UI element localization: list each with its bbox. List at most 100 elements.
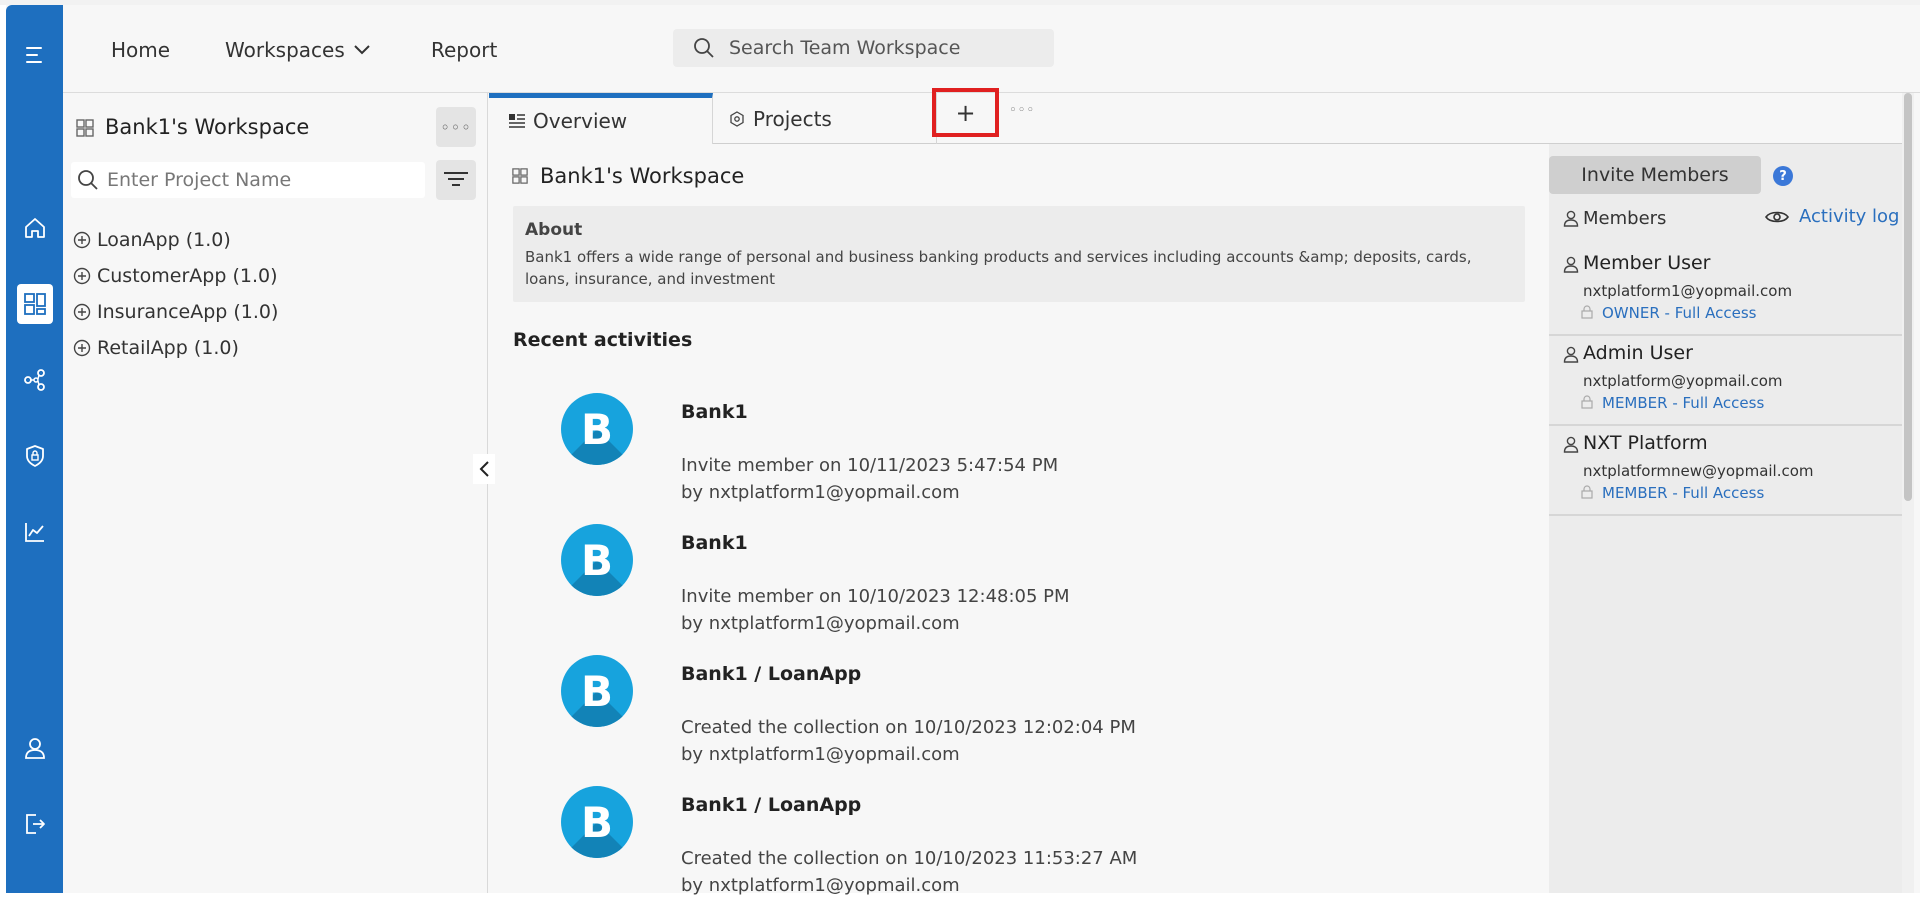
- member-email: nxtplatform1@yopmail.com: [1583, 282, 1793, 300]
- plus-circle-icon[interactable]: [73, 303, 91, 321]
- member-role[interactable]: MEMBER - Full Access: [1602, 394, 1764, 412]
- project-item[interactable]: CustomerApp (1.0): [73, 258, 278, 294]
- workspace-icon: [76, 119, 94, 137]
- tab-overview[interactable]: Overview: [489, 93, 713, 144]
- chart-icon[interactable]: [6, 512, 63, 552]
- activity-title: Bank1 / LoanApp: [681, 663, 862, 685]
- search-icon: [78, 170, 98, 190]
- activity-author: by nxtplatform1@yopmail.com: [681, 613, 960, 634]
- user-icon: [1563, 256, 1579, 273]
- member-row: Admin User nxtplatform@yopmail.com MEMBE…: [1549, 336, 1902, 426]
- projects-icon: [729, 110, 745, 127]
- user-icon: [1563, 210, 1579, 227]
- top-header: Home Workspaces Report: [63, 5, 1920, 93]
- member-email: nxtplatform@yopmail.com: [1583, 372, 1783, 390]
- avatar-letter: B: [580, 797, 613, 847]
- about-title: About: [525, 220, 583, 240]
- nav-home[interactable]: Home: [111, 38, 170, 62]
- workspace-heading-text: Bank1's Workspace: [540, 164, 745, 188]
- activity-description: Created the collection on 10/10/2023 12:…: [681, 717, 1136, 738]
- avatar: B: [561, 524, 633, 596]
- search-input[interactable]: [729, 37, 1029, 59]
- member-name: NXT Platform: [1583, 432, 1708, 454]
- activity-item: B Bank1 / LoanApp Created the collection…: [561, 655, 1461, 775]
- filter-icon: [444, 172, 468, 186]
- home-icon[interactable]: [6, 208, 63, 248]
- filter-button[interactable]: [436, 160, 476, 200]
- member-role[interactable]: MEMBER - Full Access: [1602, 484, 1764, 502]
- sidebar-workspace-title: Bank1's Workspace: [105, 115, 310, 139]
- member-role[interactable]: OWNER - Full Access: [1602, 304, 1756, 322]
- tab-projects[interactable]: Projects: [713, 93, 937, 144]
- activity-log-link[interactable]: Activity log: [1765, 206, 1899, 227]
- activity-title: Bank1: [681, 532, 748, 554]
- lock-icon: [1581, 305, 1593, 319]
- project-label: LoanApp (1.0): [97, 229, 231, 251]
- project-item[interactable]: RetailApp (1.0): [73, 330, 278, 366]
- member-name: Member User: [1583, 252, 1711, 274]
- activity-title: Bank1 / LoanApp: [681, 794, 862, 816]
- project-item[interactable]: LoanApp (1.0): [73, 222, 278, 258]
- tab-more-button[interactable]: ◦◦◦: [1009, 103, 1035, 118]
- activity-description: Created the collection on 10/10/2023 11:…: [681, 848, 1138, 869]
- menu-icon[interactable]: [6, 35, 63, 75]
- plus-circle-icon[interactable]: [73, 339, 91, 357]
- member-row: Member User nxtplatform1@yopmail.com OWN…: [1549, 246, 1902, 336]
- search-icon: [694, 38, 714, 58]
- project-item[interactable]: InsuranceApp (1.0): [73, 294, 278, 330]
- avatar-letter: B: [580, 404, 613, 454]
- avatar-letter: B: [580, 535, 613, 585]
- scrollbar-thumb[interactable]: [1904, 93, 1912, 501]
- eye-icon: [1765, 211, 1789, 222]
- overview-content: Bank1's Workspace About Bank1 offers a w…: [489, 144, 1549, 896]
- recent-activities-title: Recent activities: [513, 329, 693, 351]
- user-icon: [1563, 346, 1579, 363]
- activity-item: B Bank1 Invite member on 10/10/2023 12:4…: [561, 524, 1461, 644]
- overview-icon: [509, 114, 525, 128]
- lock-icon: [1581, 485, 1593, 499]
- user-icon: [1563, 436, 1579, 453]
- activity-author: by nxtplatform1@yopmail.com: [681, 744, 960, 765]
- project-sidebar: Bank1's Workspace ◦◦◦ LoanApp (1.0) Cust…: [63, 93, 488, 893]
- avatar: B: [561, 655, 633, 727]
- help-icon[interactable]: ?: [1773, 166, 1793, 186]
- scrollbar[interactable]: [1902, 93, 1914, 893]
- activity-item: B Bank1 / LoanApp Created the collection…: [561, 786, 1461, 906]
- project-label: InsuranceApp (1.0): [97, 301, 279, 323]
- project-search: [71, 162, 425, 198]
- avatar: B: [561, 786, 633, 858]
- shield-lock-icon[interactable]: [6, 436, 63, 476]
- invite-members-button[interactable]: Invite Members: [1549, 156, 1761, 194]
- activity-log-label: Activity log: [1799, 206, 1900, 227]
- workspace-icon: [512, 168, 528, 184]
- left-rail: [6, 5, 63, 893]
- chevron-down-icon: [354, 45, 370, 55]
- project-label: RetailApp (1.0): [97, 337, 239, 359]
- nav-report[interactable]: Report: [431, 38, 497, 62]
- avatar: B: [561, 393, 633, 465]
- activity-description: Invite member on 10/10/2023 12:48:05 PM: [681, 586, 1070, 607]
- workspace-more-button[interactable]: ◦◦◦: [436, 107, 476, 147]
- member-email: nxtplatformnew@yopmail.com: [1583, 462, 1814, 480]
- add-tab-button[interactable]: +: [932, 88, 999, 137]
- project-label: CustomerApp (1.0): [97, 265, 278, 287]
- plus-circle-icon[interactable]: [73, 267, 91, 285]
- share-nodes-icon[interactable]: [6, 360, 63, 400]
- members-label: Members: [1583, 208, 1667, 229]
- workspaces-icon[interactable]: [6, 284, 63, 324]
- member-row: NXT Platform nxtplatformnew@yopmail.com …: [1549, 426, 1902, 516]
- activity-author: by nxtplatform1@yopmail.com: [681, 482, 960, 503]
- logout-icon[interactable]: [6, 804, 63, 844]
- tab-bar: Overview Projects + ◦◦◦: [489, 88, 1902, 144]
- user-icon[interactable]: [6, 728, 63, 768]
- lock-icon: [1581, 395, 1593, 409]
- nav-workspaces-label: Workspaces: [225, 38, 345, 62]
- tab-label: Projects: [753, 106, 832, 131]
- members-header: Members Activity log: [1549, 206, 1902, 236]
- nav-workspaces[interactable]: Workspaces: [225, 38, 371, 62]
- about-text: Bank1 offers a wide range of personal an…: [525, 248, 1472, 288]
- project-search-input[interactable]: [107, 169, 407, 191]
- plus-circle-icon[interactable]: [73, 231, 91, 249]
- member-name: Admin User: [1583, 342, 1693, 364]
- avatar-letter: B: [580, 666, 613, 716]
